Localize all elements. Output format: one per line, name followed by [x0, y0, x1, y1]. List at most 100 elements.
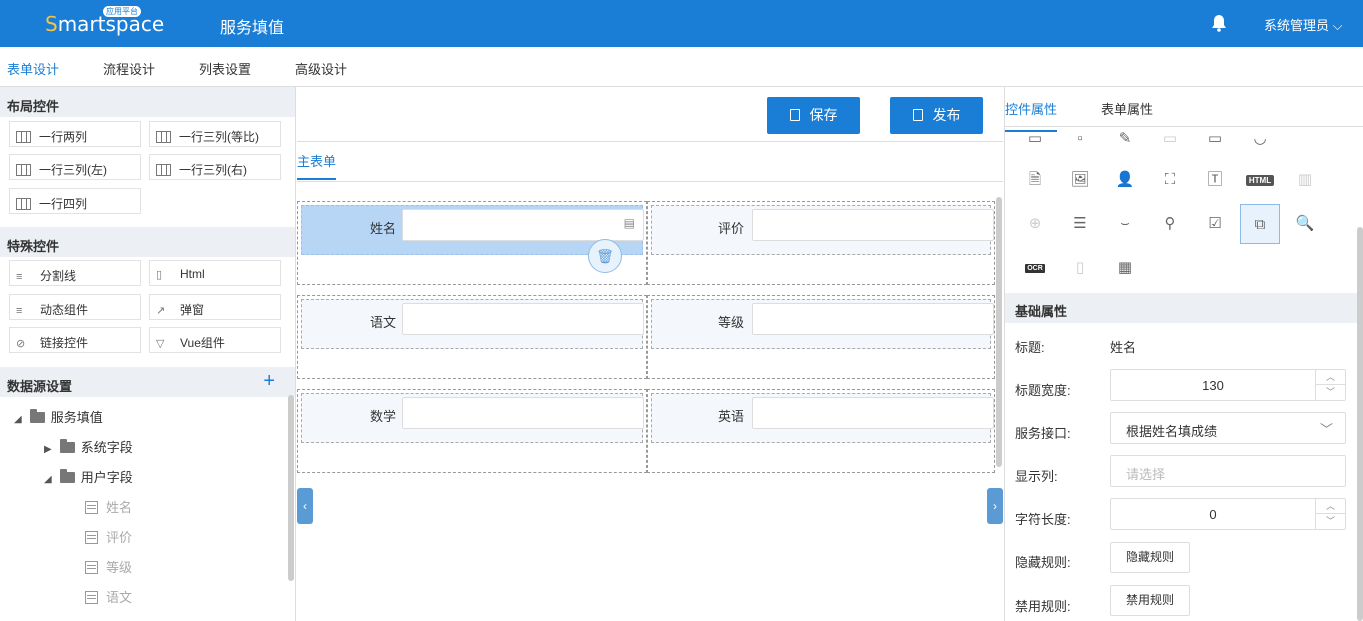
- widget-popup[interactable]: ↗ 弹窗: [149, 294, 281, 320]
- collapse-left-handle[interactable]: ‹: [297, 488, 313, 524]
- grade-input[interactable]: [752, 303, 994, 335]
- hide-rule-label: 隐藏规则:: [1015, 555, 1071, 570]
- tree-field[interactable]: 姓名: [85, 497, 132, 516]
- save-button[interactable]: 保存: [767, 97, 860, 134]
- widget-link[interactable]: ⊘ 链接控件: [9, 327, 141, 353]
- field-icon: [85, 591, 98, 604]
- widget-two-col[interactable]: 一行两列: [9, 121, 141, 147]
- vue-icon: ▽: [156, 338, 165, 350]
- user-icon[interactable]: 👤: [1105, 160, 1145, 200]
- chevron-down-icon[interactable]: ﹀: [1316, 514, 1345, 529]
- tree-root[interactable]: ◢ 服务填值: [14, 407, 103, 426]
- tab-advanced-design[interactable]: 高级设计: [295, 59, 347, 78]
- widget-three-col-left[interactable]: 一行三列(左): [9, 154, 141, 180]
- widget-vue[interactable]: ▽ Vue组件: [149, 327, 281, 353]
- tab-control-properties[interactable]: 控件属性: [1005, 99, 1058, 132]
- widget-three-col-equal[interactable]: 一行三列(等比): [149, 121, 281, 147]
- tree-field[interactable]: 语文: [85, 587, 132, 606]
- form-cell[interactable]: 英语: [647, 389, 995, 473]
- plus-circle-icon[interactable]: ⊕: [1015, 204, 1055, 244]
- delete-icon[interactable]: 🗑: [588, 239, 622, 273]
- chevron-down-icon: ⌵: [1329, 18, 1343, 33]
- add-datasource-button[interactable]: +: [263, 370, 275, 393]
- text-icon[interactable]: 🅃: [1195, 160, 1235, 200]
- eye-closed-icon[interactable]: ⌣: [1105, 204, 1145, 244]
- qrcode-icon[interactable]: ▦: [1105, 248, 1145, 288]
- control-icon[interactable]: ▭: [1015, 127, 1055, 159]
- field-item[interactable]: 数学: [301, 393, 644, 443]
- left-scrollbar[interactable]: [288, 395, 294, 581]
- chinese-input[interactable]: [402, 303, 644, 335]
- search-doc-icon[interactable]: 🔍: [1285, 204, 1325, 244]
- review-input[interactable]: [752, 209, 994, 241]
- display-select[interactable]: 请选择: [1110, 455, 1346, 487]
- canvas-scrollbar[interactable]: [996, 197, 1002, 467]
- tree-field[interactable]: 等级: [85, 557, 132, 576]
- tab-flow-design[interactable]: 流程设计: [103, 59, 155, 78]
- widget-divider[interactable]: ≡ 分割线: [9, 260, 141, 286]
- service-select[interactable]: 根据姓名填成绩 ﹀: [1110, 412, 1346, 444]
- field-item[interactable]: 等级: [651, 299, 994, 349]
- selected-control-icon[interactable]: ⧉: [1240, 204, 1280, 244]
- stepper-buttons[interactable]: ︿ ﹀: [1315, 499, 1345, 529]
- tab-list-settings[interactable]: 列表设置: [199, 59, 251, 78]
- widget-four-col[interactable]: 一行四列: [9, 188, 141, 214]
- control-icon[interactable]: ▭: [1150, 127, 1190, 159]
- stamp-icon[interactable]: ⚲: [1150, 204, 1190, 244]
- bell-icon[interactable]: [1211, 14, 1227, 32]
- chevron-up-icon[interactable]: ︿: [1316, 370, 1345, 385]
- field-item[interactable]: 语文: [301, 299, 644, 349]
- divider-icon: ≡: [16, 271, 23, 283]
- user-menu[interactable]: 系统管理员 ⌵: [1264, 15, 1342, 34]
- control-icon[interactable]: ◡: [1240, 127, 1280, 159]
- tab-form-design[interactable]: 表单设计: [7, 59, 60, 92]
- list-icon[interactable]: ☰: [1060, 204, 1100, 244]
- field-label: 评价: [717, 221, 744, 236]
- disable-rule-button[interactable]: 禁用规则: [1110, 585, 1190, 616]
- control-icon[interactable]: ▫: [1060, 127, 1100, 159]
- org-icon[interactable]: ⛶: [1150, 160, 1190, 200]
- widget-html[interactable]: ▯ Html: [149, 260, 281, 286]
- tree-user-fields[interactable]: ◢ 用户字段: [44, 467, 133, 486]
- hide-rule-button[interactable]: 隐藏规则: [1110, 542, 1190, 573]
- width-stepper[interactable]: 130 ︿ ﹀: [1110, 369, 1346, 401]
- blank-doc-icon[interactable]: ▯: [1060, 248, 1100, 288]
- form-cell[interactable]: 等级: [647, 295, 995, 379]
- ocr-icon[interactable]: OCR: [1015, 248, 1055, 288]
- form-cell[interactable]: 语文: [297, 295, 647, 379]
- special-section-title: 特殊控件: [0, 227, 295, 257]
- field-item[interactable]: 英语: [651, 393, 994, 443]
- tree-field[interactable]: 评价: [85, 527, 132, 546]
- html-icon[interactable]: HTML: [1240, 160, 1280, 200]
- widget-three-col-right[interactable]: 一行三列(右): [149, 154, 281, 180]
- control-icon[interactable]: ✎: [1105, 127, 1145, 159]
- field-item[interactable]: 评价: [651, 205, 994, 255]
- tab-main-form[interactable]: 主表单: [297, 151, 337, 180]
- chevron-up-icon[interactable]: ︿: [1316, 499, 1345, 514]
- length-stepper[interactable]: 0 ︿ ﹀: [1110, 498, 1346, 530]
- barcode-icon[interactable]: ▥: [1285, 160, 1325, 200]
- collapse-right-handle[interactable]: ›: [987, 488, 1003, 524]
- form-cell[interactable]: 姓名 ▤ 🗑: [297, 201, 647, 285]
- name-input[interactable]: ▤: [402, 209, 644, 241]
- service-label: 服务接口:: [1015, 426, 1071, 441]
- checkbox-icon[interactable]: ☑: [1195, 204, 1235, 244]
- tab-form-properties[interactable]: 表单属性: [1101, 99, 1153, 118]
- chevron-down-icon[interactable]: ﹀: [1316, 385, 1345, 400]
- tree-system-fields[interactable]: ▶ 系统字段: [44, 437, 133, 456]
- folder-icon: [59, 439, 75, 453]
- math-input[interactable]: [402, 397, 644, 429]
- properties-scrollbar[interactable]: [1357, 227, 1363, 621]
- stepper-buttons[interactable]: ︿ ﹀: [1315, 370, 1345, 400]
- form-cell[interactable]: 评价: [647, 201, 995, 285]
- field-label: 数学: [369, 409, 396, 424]
- image-icon[interactable]: 🖼: [1060, 160, 1100, 200]
- attachment-icon[interactable]: 🗎: [1015, 160, 1055, 200]
- widget-dynamic[interactable]: ≡ 动态组件: [9, 294, 141, 320]
- html-label: HTML: [1245, 174, 1275, 186]
- form-cell[interactable]: 数学: [297, 389, 647, 473]
- english-input[interactable]: [752, 397, 994, 429]
- chevron-left-icon: ‹: [303, 499, 307, 513]
- control-icon[interactable]: ▭: [1195, 127, 1235, 159]
- publish-button[interactable]: 发布: [890, 97, 983, 134]
